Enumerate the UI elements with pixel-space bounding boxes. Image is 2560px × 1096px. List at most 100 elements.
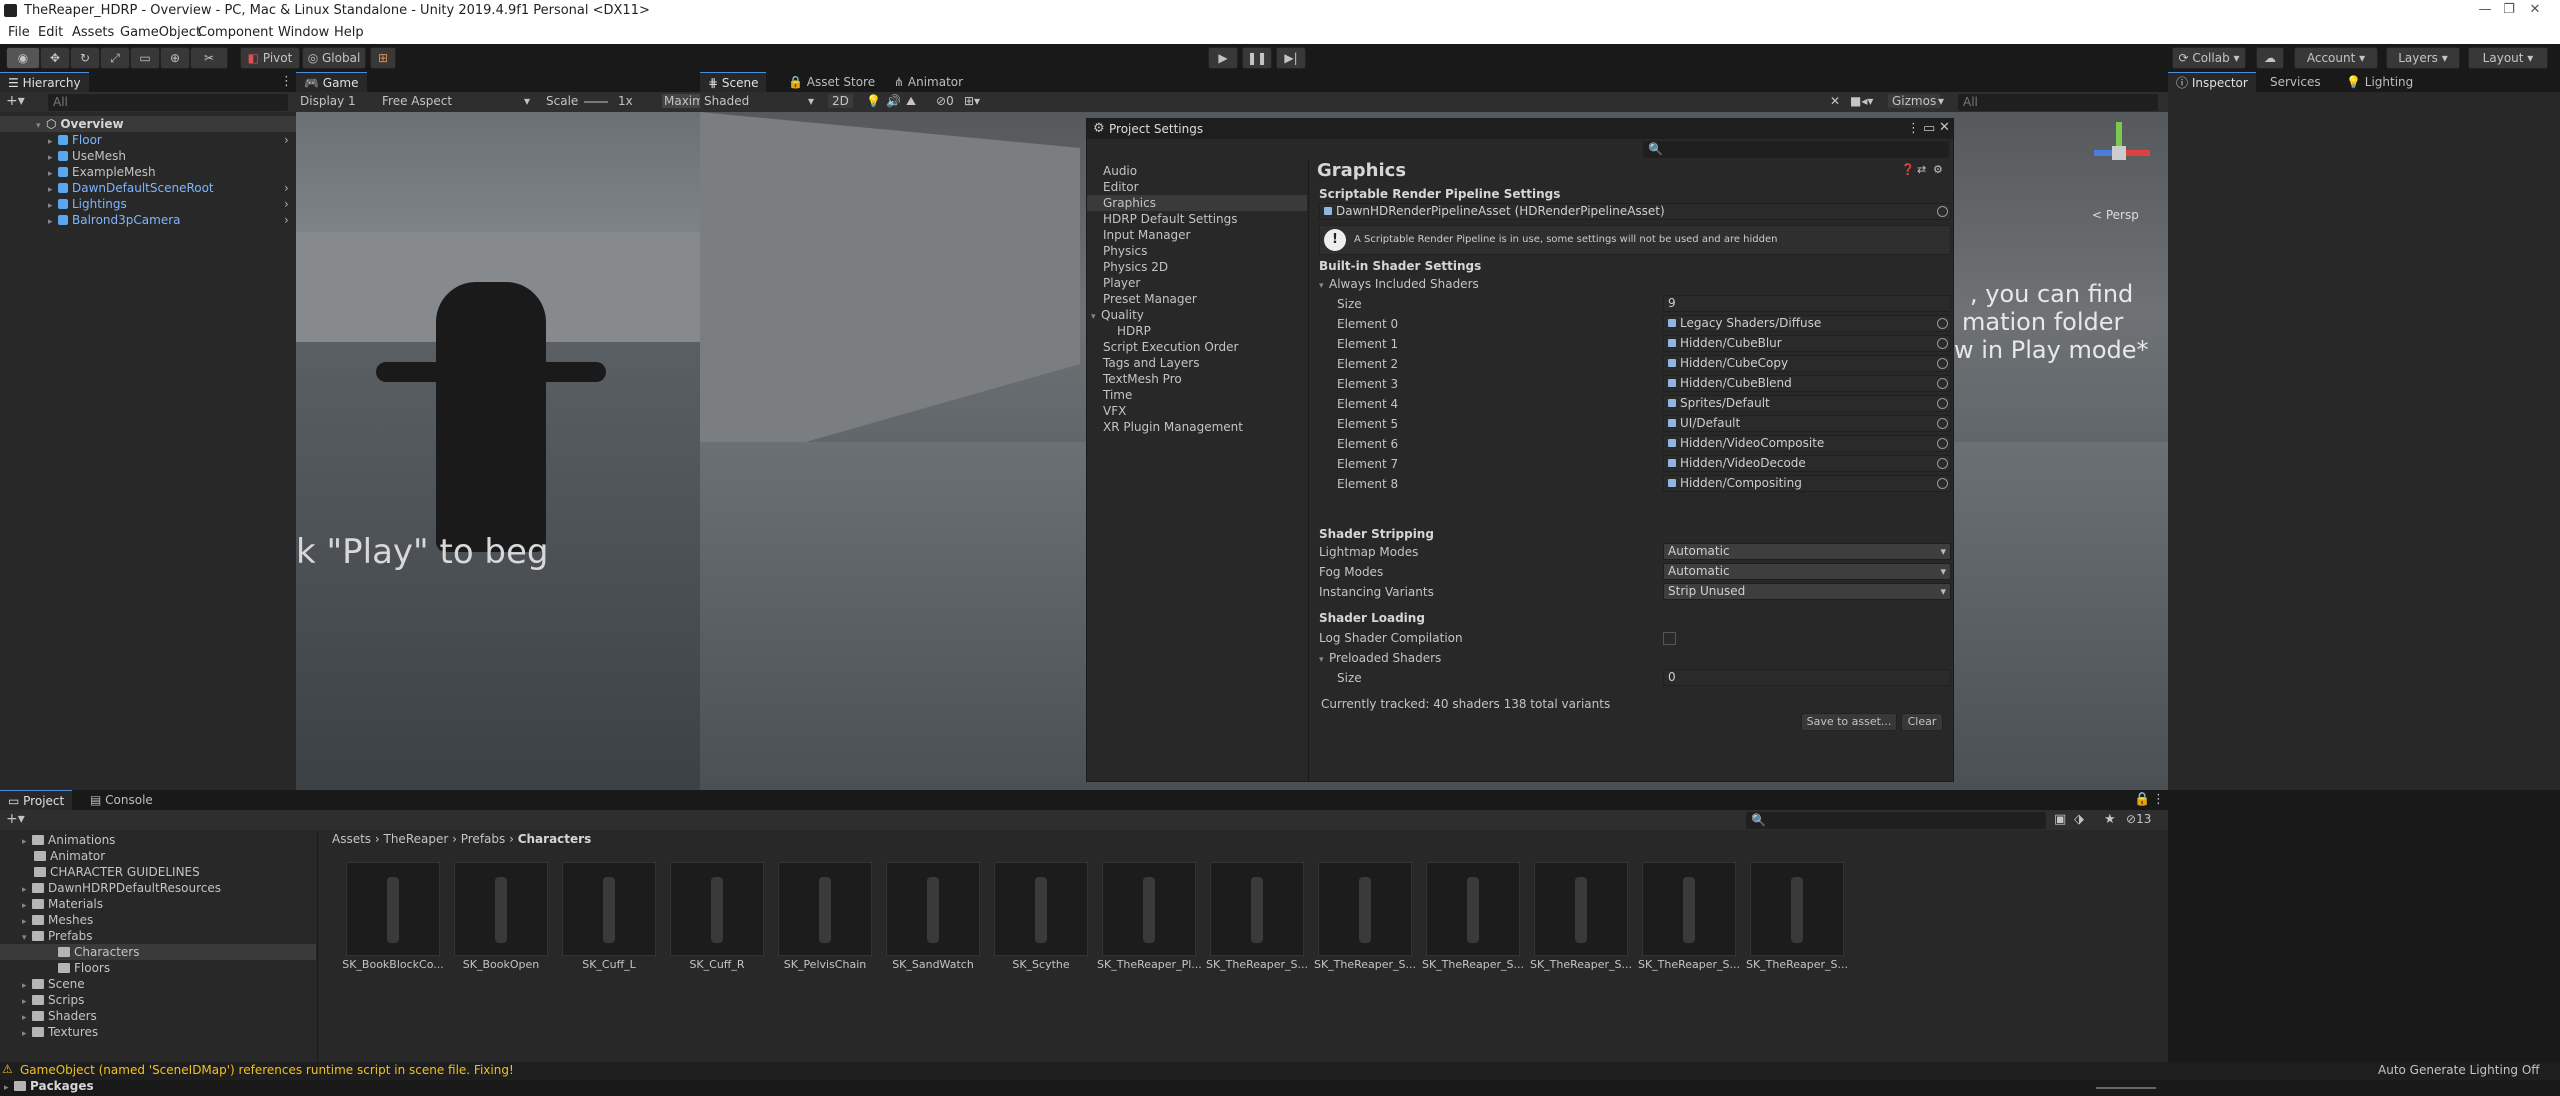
favorite-icon[interactable]: ★	[2104, 812, 2116, 827]
tab-scene[interactable]: ⋕ Scene	[700, 72, 767, 92]
window-menu-icon[interactable]: ⋮	[1907, 121, 1920, 136]
project-menu-icon[interactable]: ⋮	[2152, 792, 2165, 807]
object-picker-icon[interactable]	[1937, 358, 1948, 369]
camera-icon[interactable]: ■◂▾	[1850, 94, 1873, 108]
settings-nav-item[interactable]: Physics 2D	[1103, 259, 1168, 275]
object-picker-icon[interactable]	[1937, 338, 1948, 349]
breadcrumb-characters[interactable]: Characters	[518, 832, 592, 846]
hierarchy-search-input[interactable]: All	[48, 94, 288, 111]
mode-2d-button[interactable]: 2D	[828, 94, 853, 108]
scale-slider[interactable]	[584, 101, 608, 103]
breadcrumb-prefabs[interactable]: Prefabs	[461, 832, 506, 846]
object-picker-icon[interactable]	[1937, 458, 1948, 469]
shader-element-field[interactable]: UI/Default	[1663, 415, 1951, 432]
asset-thumbnail[interactable]	[778, 862, 872, 956]
settings-nav-item[interactable]: Input Manager	[1103, 227, 1191, 243]
asset-label[interactable]: SK_TheReaper_S...	[1313, 958, 1417, 971]
menu-edit[interactable]: Edit	[38, 25, 63, 40]
asset-thumbnail[interactable]	[1642, 862, 1736, 956]
shader-element-field[interactable]: Hidden/CubeBlur	[1663, 335, 1951, 352]
folder-row[interactable]: ▸ DawnHDRPDefaultResources	[0, 880, 316, 896]
asset-label[interactable]: SK_TheReaper_S...	[1637, 958, 1741, 971]
project-create-button[interactable]: +▾	[6, 811, 25, 827]
asset-label[interactable]: SK_TheReaper_Pl...	[1097, 958, 1201, 971]
hidden-objects-icon[interactable]: ⊘0	[936, 94, 954, 108]
asset-thumbnail[interactable]	[1534, 862, 1628, 956]
rect-tool-button[interactable]: ▭	[130, 47, 160, 69]
shader-element-field[interactable]: Hidden/VideoDecode	[1663, 455, 1951, 472]
asset-label[interactable]: SK_Cuff_R	[665, 958, 769, 971]
transform-tool-button[interactable]: ⊕	[160, 47, 190, 69]
aspect-dropdown[interactable]: Free Aspect	[382, 94, 452, 108]
size-field[interactable]: 9	[1663, 295, 1951, 312]
cloud-button[interactable]: ☁	[2256, 47, 2284, 69]
step-button[interactable]: ▶|	[1276, 47, 1306, 69]
object-picker-icon[interactable]	[1937, 318, 1948, 329]
collab-button[interactable]: ⟳ Collab ▾	[2172, 47, 2246, 69]
grid-snap-button[interactable]: ⊞	[370, 47, 396, 69]
asset-thumbnail[interactable]	[1210, 862, 1304, 956]
scale-tool-button[interactable]: ⤢	[100, 47, 130, 69]
asset-label[interactable]: SK_BookOpen	[449, 958, 553, 971]
settings-nav-item[interactable]: HDRP	[1117, 323, 1151, 339]
auto-lighting-status[interactable]: Auto Generate Lighting Off	[2378, 1063, 2540, 1077]
object-picker-icon[interactable]	[1937, 478, 1948, 489]
asset-label[interactable]: SK_Scythe	[989, 958, 1093, 971]
shader-element-field[interactable]: Hidden/VideoComposite	[1663, 435, 1951, 452]
asset-label[interactable]: SK_TheReaper_S...	[1421, 958, 1525, 971]
shader-element-field[interactable]: Hidden/CubeCopy	[1663, 355, 1951, 372]
asset-thumbnail[interactable]	[1750, 862, 1844, 956]
object-picker-icon[interactable]	[1937, 418, 1948, 429]
asset-thumbnail[interactable]	[454, 862, 548, 956]
play-button[interactable]: ▶	[1208, 47, 1238, 69]
packages-row[interactable]: ▸ Packages	[4, 1078, 94, 1094]
help-icon[interactable]: ❓	[1901, 163, 1915, 176]
folder-row[interactable]: Animator	[0, 848, 316, 864]
menu-gameobject[interactable]: GameObject	[120, 25, 201, 40]
tab-asset-store[interactable]: 🔒 Asset Store	[780, 72, 883, 92]
tab-hierarchy[interactable]: ☰ Hierarchy	[0, 72, 89, 92]
fog-modes-dropdown[interactable]: Automatic	[1663, 563, 1951, 580]
expand-arrow-icon[interactable]: ▸	[48, 214, 58, 230]
breadcrumb-assets[interactable]: Assets	[332, 832, 371, 846]
create-button[interactable]: +▾	[6, 93, 25, 109]
folder-row[interactable]: ▸ Scene	[0, 976, 316, 992]
asset-label[interactable]: SK_BookBlockCo...	[341, 958, 445, 971]
window-close-icon[interactable]: ✕	[1939, 120, 1950, 135]
settings-nav-item[interactable]: Audio	[1103, 163, 1137, 179]
save-to-asset-button[interactable]: Save to asset...	[1801, 713, 1897, 731]
asset-label[interactable]: SK_PelvisChain	[773, 958, 877, 971]
tools-icon[interactable]: ✕	[1830, 94, 1840, 108]
folder-row[interactable]: Floors	[0, 960, 316, 976]
thumbnail-size-slider[interactable]	[2096, 1087, 2156, 1089]
orientation-gizmo[interactable]	[2086, 120, 2154, 188]
srp-object-picker-icon[interactable]	[1937, 206, 1948, 217]
hierarchy-item[interactable]: ▸ Floor ›	[48, 132, 289, 148]
tab-lighting[interactable]: 💡 Lighting	[2338, 72, 2421, 92]
breadcrumb-thereaper[interactable]: TheReaper	[384, 832, 449, 846]
pivot-button[interactable]: ◧ Pivot	[240, 47, 300, 69]
settings-nav-item[interactable]: VFX	[1103, 403, 1126, 419]
move-tool-button[interactable]: ✥	[40, 47, 70, 69]
tab-game[interactable]: 🎮 Game	[296, 72, 367, 92]
shader-element-field[interactable]: Hidden/Compositing	[1663, 475, 1951, 492]
scene-row[interactable]: ▾ ⬡ Overview	[0, 116, 296, 132]
always-included-foldout[interactable]: ▾ Always Included Shaders	[1319, 275, 1479, 293]
srp-asset-field[interactable]: DawnHDRenderPipelineAsset (HDRenderPipel…	[1319, 203, 1951, 220]
rotate-tool-button[interactable]: ↻	[70, 47, 100, 69]
menu-component[interactable]: Component	[198, 25, 273, 40]
object-picker-icon[interactable]	[1937, 398, 1948, 409]
menu-assets[interactable]: Assets	[72, 25, 114, 40]
menu-file[interactable]: File	[8, 25, 30, 40]
project-search-input[interactable]: 🔍	[1746, 812, 2046, 829]
asset-label[interactable]: SK_Cuff_L	[557, 958, 661, 971]
asset-thumbnail[interactable]	[994, 862, 1088, 956]
settings-nav-item[interactable]: Graphics	[1087, 195, 1307, 211]
folder-row[interactable]: ▸ Meshes	[0, 912, 316, 928]
shader-element-field[interactable]: Hidden/CubeBlend	[1663, 375, 1951, 392]
folder-row[interactable]: ▸ Materials	[0, 896, 316, 912]
folder-row[interactable]: Characters	[0, 944, 316, 960]
tab-project[interactable]: ▭ Project	[0, 790, 73, 810]
audio-toggle-icon[interactable]: 🔊	[886, 94, 901, 108]
asset-label[interactable]: SK_SandWatch	[881, 958, 985, 971]
